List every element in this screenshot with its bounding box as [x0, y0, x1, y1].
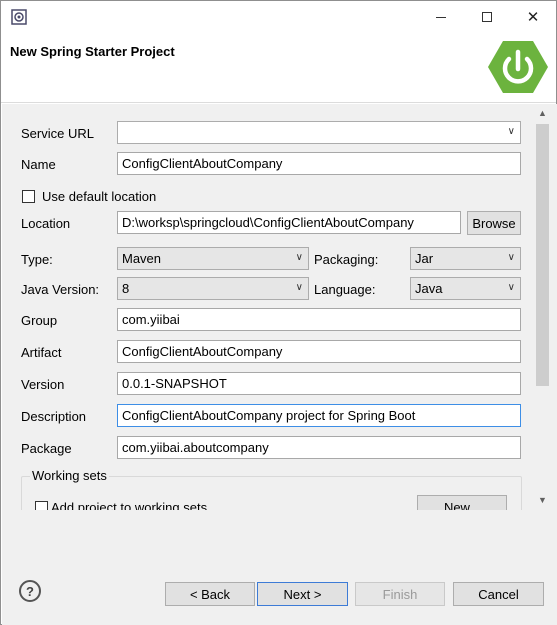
- location-field[interactable]: D:\worksp\springcloud\ConfigClientAboutC…: [117, 211, 461, 234]
- chevron-down-icon: ∨: [295, 282, 303, 293]
- name-field[interactable]: ConfigClientAboutCompany: [117, 152, 521, 175]
- vertical-scrollbar[interactable]: ▲ ▼: [534, 104, 551, 510]
- type-combo[interactable]: Maven ∨: [117, 247, 309, 270]
- use-default-location-checkbox[interactable]: [22, 190, 35, 203]
- package-field[interactable]: com.yiibai.aboutcompany: [117, 436, 521, 459]
- browse-button[interactable]: Browse: [467, 211, 521, 235]
- page-title: New Spring Starter Project: [10, 44, 175, 59]
- use-default-location-label: Use default location: [42, 189, 157, 204]
- service-url-label: Service URL: [21, 126, 94, 141]
- finish-button[interactable]: Finish: [355, 582, 445, 606]
- group-label: Group: [21, 313, 58, 328]
- add-to-working-sets-label: Add project to working sets: [51, 500, 208, 510]
- java-version-label: Java Version:: [21, 282, 100, 297]
- java-version-combo[interactable]: 8 ∨: [117, 277, 309, 300]
- close-button[interactable]: ✕: [510, 1, 556, 33]
- description-label: Description: [21, 409, 87, 424]
- artifact-field[interactable]: ConfigClientAboutCompany: [117, 340, 521, 363]
- next-button[interactable]: Next >: [257, 582, 348, 606]
- language-combo[interactable]: Java ∨: [410, 277, 521, 300]
- maximize-button[interactable]: [464, 1, 510, 33]
- scroll-down-icon[interactable]: ▼: [534, 492, 551, 508]
- package-label: Package: [21, 441, 72, 456]
- dialog-window: ✕ New Spring Starter Project Service URL…: [0, 0, 557, 625]
- artifact-label: Artifact: [21, 345, 62, 360]
- chevron-down-icon: ∨: [507, 282, 515, 293]
- type-label: Type:: [21, 252, 53, 267]
- chevron-down-icon: ∨: [507, 252, 515, 263]
- button-bar: ? < Back Next > Finish Cancel: [2, 510, 557, 625]
- packaging-combo[interactable]: Jar ∨: [410, 247, 521, 270]
- scroll-thumb[interactable]: [536, 124, 549, 386]
- chevron-down-icon: ∨: [295, 252, 303, 263]
- service-url-combo[interactable]: ∨: [117, 121, 521, 144]
- description-field[interactable]: ConfigClientAboutCompany project for Spr…: [117, 404, 521, 427]
- wizard-header: New Spring Starter Project: [1, 33, 556, 103]
- back-button[interactable]: < Back: [165, 582, 255, 606]
- minimize-button[interactable]: [418, 1, 464, 33]
- new-working-set-button[interactable]: New...: [417, 495, 507, 510]
- help-icon[interactable]: ?: [19, 580, 41, 602]
- location-label: Location: [21, 216, 71, 231]
- add-to-working-sets-checkbox[interactable]: [35, 501, 48, 510]
- language-label: Language:: [314, 282, 376, 297]
- spring-logo-icon: [488, 41, 548, 93]
- version-label: Version: [21, 377, 65, 392]
- name-label: Name: [21, 157, 56, 172]
- version-field[interactable]: 0.0.1-SNAPSHOT: [117, 372, 521, 395]
- group-field[interactable]: com.yiibai: [117, 308, 521, 331]
- scroll-up-icon[interactable]: ▲: [534, 105, 551, 121]
- app-icon: [11, 9, 27, 25]
- title-bar: ✕: [1, 1, 556, 33]
- packaging-label: Packaging:: [314, 252, 379, 267]
- chevron-down-icon: ∨: [507, 126, 515, 137]
- cancel-button[interactable]: Cancel: [453, 582, 544, 606]
- working-sets-title: Working sets: [30, 468, 109, 483]
- form-area: Service URL ∨ Name ConfigClientAboutComp…: [2, 104, 557, 510]
